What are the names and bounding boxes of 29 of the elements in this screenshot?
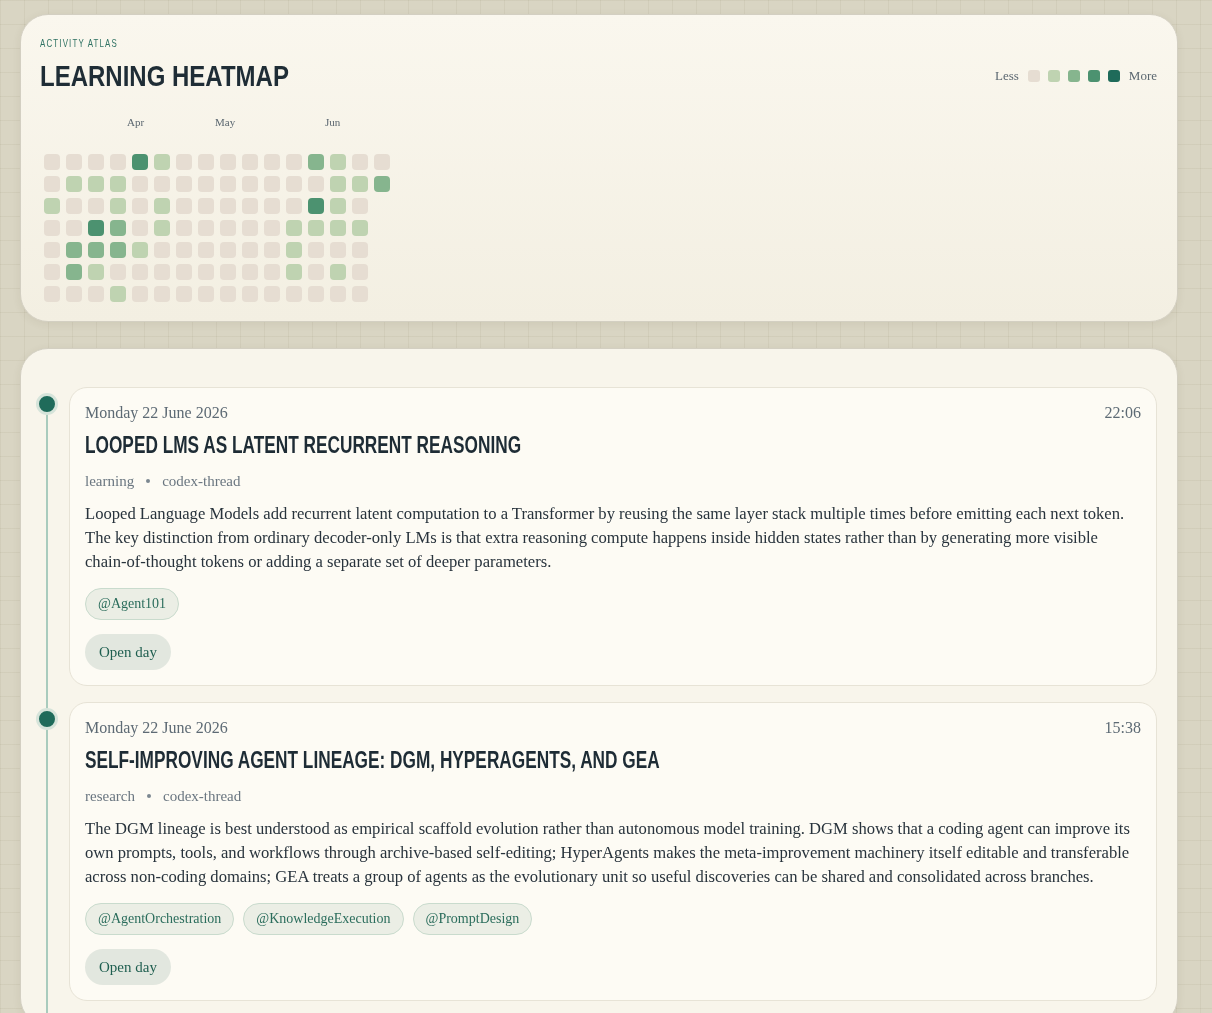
panel-title: LEARNING HEATMAP <box>40 59 289 93</box>
entry-tag-label: learning <box>85 472 135 490</box>
entry-time: 22:06 <box>1104 403 1141 423</box>
entry-time: 15:38 <box>1104 718 1141 738</box>
entry-title: LOOPED LMS AS LATENT RECURRENT REASONING <box>85 431 522 459</box>
entry-tag-label: codex-thread <box>162 787 242 805</box>
legend-less-label: Less <box>995 68 1019 84</box>
eyebrow-label: ACTIVITY ATLAS <box>40 36 118 50</box>
timeline-dot-icon <box>36 393 58 415</box>
open-day-button[interactable]: Open day <box>85 949 171 985</box>
entry-title: SELF-IMPROVING AGENT LINEAGE: DGM, HYPERAGENTS, AND GEA <box>85 746 660 774</box>
mention-chip[interactable]: @PromptDesign <box>412 903 533 935</box>
entry-tag-label: research <box>85 787 135 805</box>
month-label: Jun <box>325 115 342 129</box>
legend-more-label: More <box>1128 68 1157 84</box>
month-label: May <box>215 115 236 129</box>
mention-chip[interactable]: @KnowledgeExecution <box>243 903 404 935</box>
timeline-dot-icon <box>36 708 58 730</box>
month-label: Apr <box>127 115 146 129</box>
entry-summary: Looped Language Models add recurrent latent computation to a Transformer by reusing the same layer stack multiple times before emitting each next token. The key distinction from ordinary decoder-only LMs is that extra reasoning compute happens inside hidden states rather than by generating more visible chain-of-thought tokens or adding a separate set of deeper parameters. <box>85 503 1126 573</box>
entry-tag-label: codex-thread <box>162 472 241 490</box>
separator-dot-icon <box>146 479 151 483</box>
entry-summary: The DGM lineage is best understood as empirical scaffold evolution rather than autonomous model training. DGM shows that a coding agent can improve its own prompts, tools, and workflows through archive-based self-editing; HyperAgents makes the meta-improvement machinery itself editable and transferable across non-coding domains; GEA treats a group of agents as the evolutionary unit so useful discoveries can be shared and consolidated across branches. <box>85 818 1131 888</box>
entry-date: Monday 22 June 2026 <box>85 403 228 423</box>
mention-chip[interactable]: @AgentOrchestration <box>85 903 235 935</box>
mention-chip[interactable]: @Agent101 <box>85 588 180 620</box>
open-day-button[interactable]: Open day <box>85 634 171 670</box>
separator-dot-icon <box>146 794 151 798</box>
entry-date: Monday 22 June 2026 <box>85 718 228 738</box>
